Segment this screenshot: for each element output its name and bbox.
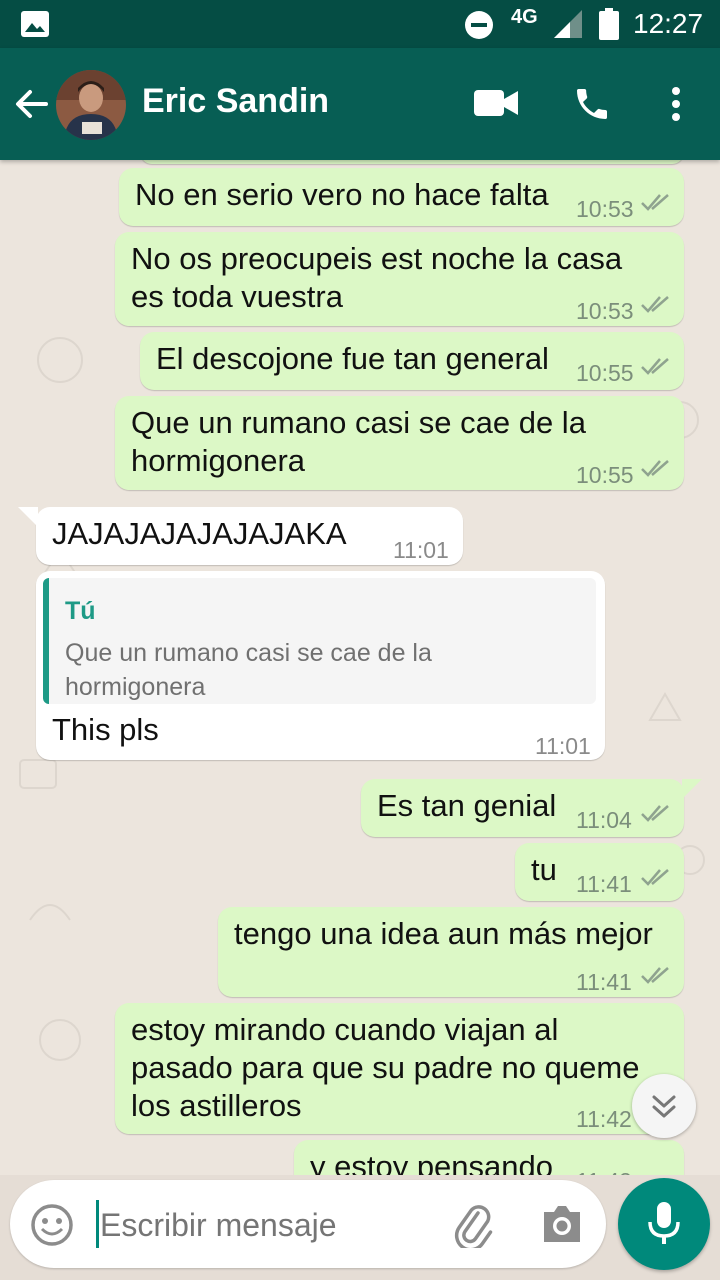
message-time: 10:53: [576, 298, 634, 324]
chat-header: Eric Sandin: [0, 48, 720, 160]
message-text: JAJAJAJAJAJAJAKA: [52, 516, 347, 551]
message-text: No os preocupeis est noche la casa: [131, 241, 623, 276]
message-bubble[interactable]: No en serio vero no hace falta 10:53: [119, 168, 684, 226]
message-time: 11:01: [535, 733, 591, 759]
double-check-icon: [641, 296, 669, 313]
dnd-icon: [465, 11, 493, 39]
message-text: hormigonera: [131, 443, 306, 478]
message-time: 11:04: [576, 807, 632, 833]
message-text: This pls: [52, 712, 159, 747]
message-text: tengo una idea aun más mejor: [234, 916, 653, 951]
clock: 12:27: [633, 8, 704, 39]
mic-icon: [648, 1202, 680, 1244]
message-input[interactable]: [98, 1198, 432, 1252]
message-time: 11:41: [576, 871, 632, 897]
quoted-message[interactable]: Tú Que un rumano casi se cae de la hormi…: [43, 578, 596, 704]
camera-icon[interactable]: [540, 1204, 584, 1244]
message-bubble[interactable]: estoy mirando cuando viajan al pasado pa…: [115, 1003, 684, 1134]
message-time: 11:42: [576, 1162, 632, 1175]
double-check-icon: [641, 967, 669, 984]
message-bubble[interactable]: El descojone fue tan general 10:55: [140, 332, 684, 390]
bubble-tail: [682, 779, 702, 799]
message-time: 10:55: [576, 462, 634, 488]
message-composer: [10, 1180, 606, 1268]
bubble-tail: [18, 507, 38, 527]
message-text: Que un rumano casi se cae de la: [131, 405, 586, 440]
message-text: Es tan genial: [377, 788, 557, 823]
avatar[interactable]: [56, 70, 126, 140]
double-check-icon: [641, 358, 669, 375]
more-vert-icon[interactable]: [668, 86, 684, 122]
double-check-icon: [641, 194, 669, 211]
message-bubble[interactable]: tengo una idea aun más mejor 11:41: [218, 907, 684, 997]
message-bubble[interactable]: tu 11:41: [515, 843, 684, 901]
signal-icon: [554, 10, 582, 38]
message-time: 11:01: [393, 537, 449, 563]
quote-text: hormigonera: [65, 673, 206, 701]
battery-icon: [599, 8, 619, 40]
message-time: 10:53: [576, 196, 634, 222]
message-time: 10:55: [576, 360, 634, 386]
contact-name[interactable]: Eric Sandin: [142, 82, 329, 121]
attach-icon[interactable]: [450, 1202, 496, 1248]
emoji-icon[interactable]: [30, 1203, 74, 1247]
message-bubble-partial[interactable]: [140, 160, 684, 164]
voice-record-button[interactable]: [618, 1178, 710, 1270]
scroll-down-icon: [652, 1095, 676, 1118]
network-type: 4G: [511, 6, 538, 28]
message-text: y estoy pensando: [310, 1149, 554, 1175]
gallery-icon: [21, 11, 49, 37]
back-arrow-icon[interactable]: [14, 86, 50, 122]
message-bubble[interactable]: Que un rumano casi se cae de la hormigon…: [115, 396, 684, 490]
phone-icon[interactable]: [572, 84, 612, 124]
status-bar: 4G 12:27: [0, 0, 720, 48]
message-time: 11:41: [576, 969, 632, 995]
message-list[interactable]: No en serio vero no hace falta 10:53 No …: [0, 160, 720, 1175]
double-check-icon: [641, 460, 669, 477]
message-text: El descojone fue tan general: [156, 341, 549, 376]
quote-author: Tú: [65, 597, 96, 625]
quote-text: Que un rumano casi se cae de la: [65, 639, 432, 667]
video-call-icon[interactable]: [474, 88, 518, 118]
message-time: 11:42: [576, 1106, 632, 1132]
message-text: tu: [531, 852, 557, 887]
message-bubble[interactable]: No os preocupeis est noche la casa es to…: [115, 232, 684, 326]
double-check-icon: [641, 869, 669, 886]
message-text: estoy mirando cuando viajan al: [131, 1012, 559, 1047]
scroll-down-button[interactable]: [632, 1074, 696, 1138]
message-text: es toda vuestra: [131, 279, 343, 314]
double-check-icon: [641, 805, 669, 822]
message-bubble[interactable]: y estoy pensando 11:42: [294, 1140, 684, 1175]
message-text: pasado para que su padre no queme: [131, 1050, 640, 1085]
message-bubble-incoming[interactable]: JAJAJAJAJAJAJAKA 11:01: [18, 507, 463, 565]
message-text: No en serio vero no hace falta: [135, 177, 549, 212]
message-bubble-reply[interactable]: Tú Que un rumano casi se cae de la hormi…: [36, 571, 605, 760]
message-bubble[interactable]: Es tan genial 11:04: [361, 779, 702, 837]
message-text: los astilleros: [131, 1088, 302, 1123]
